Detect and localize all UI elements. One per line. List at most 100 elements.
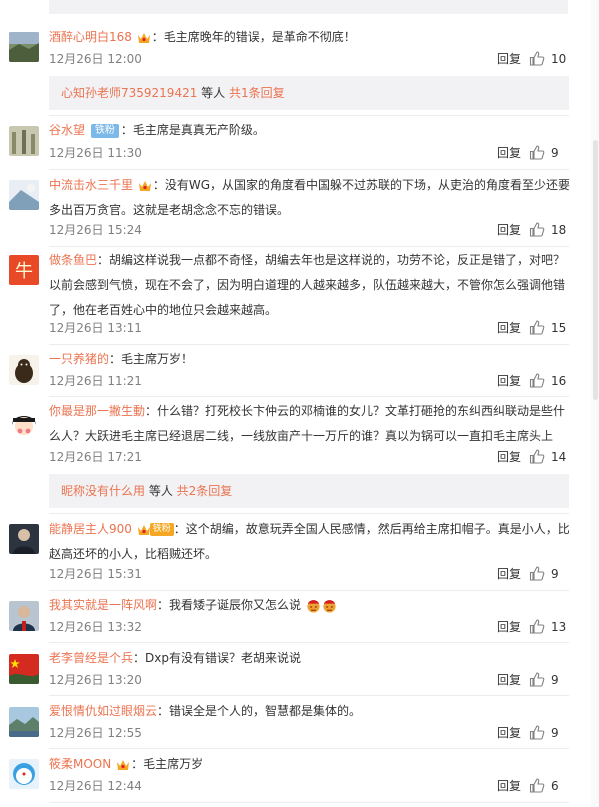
like-count: 13 xyxy=(551,620,567,634)
like-button[interactable]: 10 xyxy=(529,49,569,69)
thumbs-up-icon xyxy=(529,778,545,793)
username-link[interactable]: 一只养猪的 xyxy=(49,352,109,366)
reply-button[interactable]: 回复 xyxy=(497,564,521,584)
comment-text: ：毛主席万岁 xyxy=(131,757,204,771)
like-button[interactable]: 9 xyxy=(529,564,569,584)
reply-button[interactable]: 回复 xyxy=(497,371,521,391)
thumbs-up-icon xyxy=(529,145,545,160)
reply-button[interactable]: 回复 xyxy=(497,776,521,796)
username-link[interactable]: 中流击水三千里 xyxy=(49,178,133,192)
like-button[interactable]: 14 xyxy=(529,447,569,467)
comment-time: 12月26日 17:21 xyxy=(49,450,142,464)
subreply-count-link[interactable]: 共2条回复 xyxy=(177,484,233,498)
subreply-label: 等人 xyxy=(145,484,177,498)
comment-text: ：胡编这样说我一点都不奇怪，胡编去年也是这样说的，功劳不论，反正是错了，对吧？ xyxy=(97,253,566,267)
comment-time: 12月26日 12:55 xyxy=(49,726,142,740)
crown-vip-icon xyxy=(137,32,150,43)
divider xyxy=(49,396,569,397)
like-count: 9 xyxy=(551,567,559,581)
subreply-user-link[interactable]: 心知孙老师7359219421 xyxy=(61,86,197,100)
comment-text-cont: 么人？大跃进毛主席已经退居二线，一线放亩产十一万斤的谁？真以为锅可以一直扣毛主席… xyxy=(49,429,554,443)
username-link[interactable]: 酒醉心明白168 xyxy=(49,30,132,44)
like-button[interactable]: 9 xyxy=(529,143,569,163)
crown-vip-icon xyxy=(137,524,150,535)
username-link[interactable]: 我其实就是一阵风啊 xyxy=(49,598,157,612)
avatar[interactable] xyxy=(9,355,39,385)
angry-face-emoji xyxy=(323,600,336,613)
avatar[interactable] xyxy=(9,759,39,789)
like-count: 9 xyxy=(551,673,559,687)
like-count: 15 xyxy=(551,321,567,335)
divider xyxy=(49,513,569,514)
divider xyxy=(49,246,569,247)
scrollbar[interactable] xyxy=(591,0,599,807)
username-link[interactable]: 筱柔MOON xyxy=(49,757,111,771)
comment-time: 12月26日 12:00 xyxy=(49,52,142,66)
username-link[interactable]: 做条鱼巴 xyxy=(49,253,97,267)
avatar[interactable] xyxy=(9,407,39,437)
comment-text: ：这个胡编，故意玩弄全国人民感情，然后再给主席扣帽子。真是小人，比 xyxy=(173,522,570,536)
crown-vip-icon xyxy=(117,759,130,770)
subreply-user-link[interactable]: 昵称没有什么用 xyxy=(61,484,145,498)
comment-time: 12月26日 13:20 xyxy=(49,673,142,687)
avatar[interactable] xyxy=(9,126,39,156)
divider xyxy=(49,642,569,643)
like-button[interactable]: 15 xyxy=(529,318,569,338)
reply-button[interactable]: 回复 xyxy=(497,617,521,637)
like-count: 18 xyxy=(551,223,567,237)
crown-vip-icon xyxy=(138,180,151,191)
avatar[interactable] xyxy=(9,654,39,684)
reply-button[interactable]: 回复 xyxy=(497,723,521,743)
comment-text: ：毛主席万岁！ xyxy=(109,352,194,366)
like-button[interactable]: 6 xyxy=(529,776,569,796)
like-count: 9 xyxy=(551,726,559,740)
username-link[interactable]: 爱恨情仇如过眼烟云 xyxy=(49,704,157,718)
avatar[interactable] xyxy=(9,524,39,554)
thumbs-up-icon xyxy=(529,51,545,66)
divider xyxy=(49,748,569,749)
comment-time: 12月26日 15:24 xyxy=(49,223,142,237)
username-link[interactable]: 谷水望 xyxy=(49,123,85,137)
avatar[interactable] xyxy=(9,180,39,210)
like-button[interactable]: 13 xyxy=(529,617,569,637)
reply-button[interactable]: 回复 xyxy=(497,670,521,690)
scrollbar-thumb[interactable] xyxy=(593,140,598,400)
like-button[interactable]: 9 xyxy=(529,670,569,690)
avatar[interactable] xyxy=(9,707,39,737)
divider xyxy=(49,344,569,345)
username-link[interactable]: 老李曾经是个兵 xyxy=(49,651,133,665)
reply-button[interactable]: 回复 xyxy=(497,447,521,467)
username-link[interactable]: 你最是那一撇生動 xyxy=(49,404,145,418)
like-count: 10 xyxy=(551,52,567,66)
comment-time: 12月26日 11:21 xyxy=(49,374,142,388)
comment-time: 12月26日 13:11 xyxy=(49,321,142,335)
like-count: 14 xyxy=(551,450,567,464)
like-count: 9 xyxy=(551,146,559,160)
subreply-count-link[interactable]: 共1条回复 xyxy=(229,86,285,100)
comment-text: ：毛主席晚年的错误，是革命不彻底！ xyxy=(151,30,356,44)
reply-button[interactable]: 回复 xyxy=(497,143,521,163)
avatar[interactable] xyxy=(9,601,39,631)
like-button[interactable]: 18 xyxy=(529,220,569,240)
fan-badge: 铁粉 xyxy=(149,523,174,536)
comment-text: ：什么错？打死校长卞仲云的邓楠谁的女儿？文革打砸抢的东纠西纠联动是些什 xyxy=(145,404,566,418)
comment-text: ：我看矮子诞辰你又怎么说 xyxy=(157,598,302,612)
comment-text-cont: 以前会感到气愤，现在不会了，因为明白道理的人越来越多，队伍越来越大，不管你怎么强… xyxy=(49,278,566,292)
username-link[interactable]: 能静居主人900 xyxy=(49,522,132,536)
subreply-box[interactable]: 心知孙老师7359219421 等人 共1条回复 xyxy=(49,76,569,110)
thumbs-up-icon xyxy=(529,566,545,581)
comment-time: 12月26日 12:44 xyxy=(49,779,142,793)
reply-button[interactable]: 回复 xyxy=(497,49,521,69)
avatar[interactable]: 牛 xyxy=(9,255,39,285)
like-count: 16 xyxy=(551,374,567,388)
thumbs-up-icon xyxy=(529,373,545,388)
reply-button[interactable]: 回复 xyxy=(497,220,521,240)
avatar[interactable] xyxy=(9,32,39,62)
like-button[interactable]: 9 xyxy=(529,723,569,743)
thumbs-up-icon xyxy=(529,619,545,634)
subreply-box[interactable]: 昵称没有什么用 等人 共2条回复 xyxy=(49,474,569,508)
reply-button[interactable]: 回复 xyxy=(497,318,521,338)
like-button[interactable]: 16 xyxy=(529,371,569,391)
thumbs-up-icon xyxy=(529,672,545,687)
comment-text-cont: 赵高还坏的小人，比稻贼还坏。 xyxy=(49,547,218,561)
